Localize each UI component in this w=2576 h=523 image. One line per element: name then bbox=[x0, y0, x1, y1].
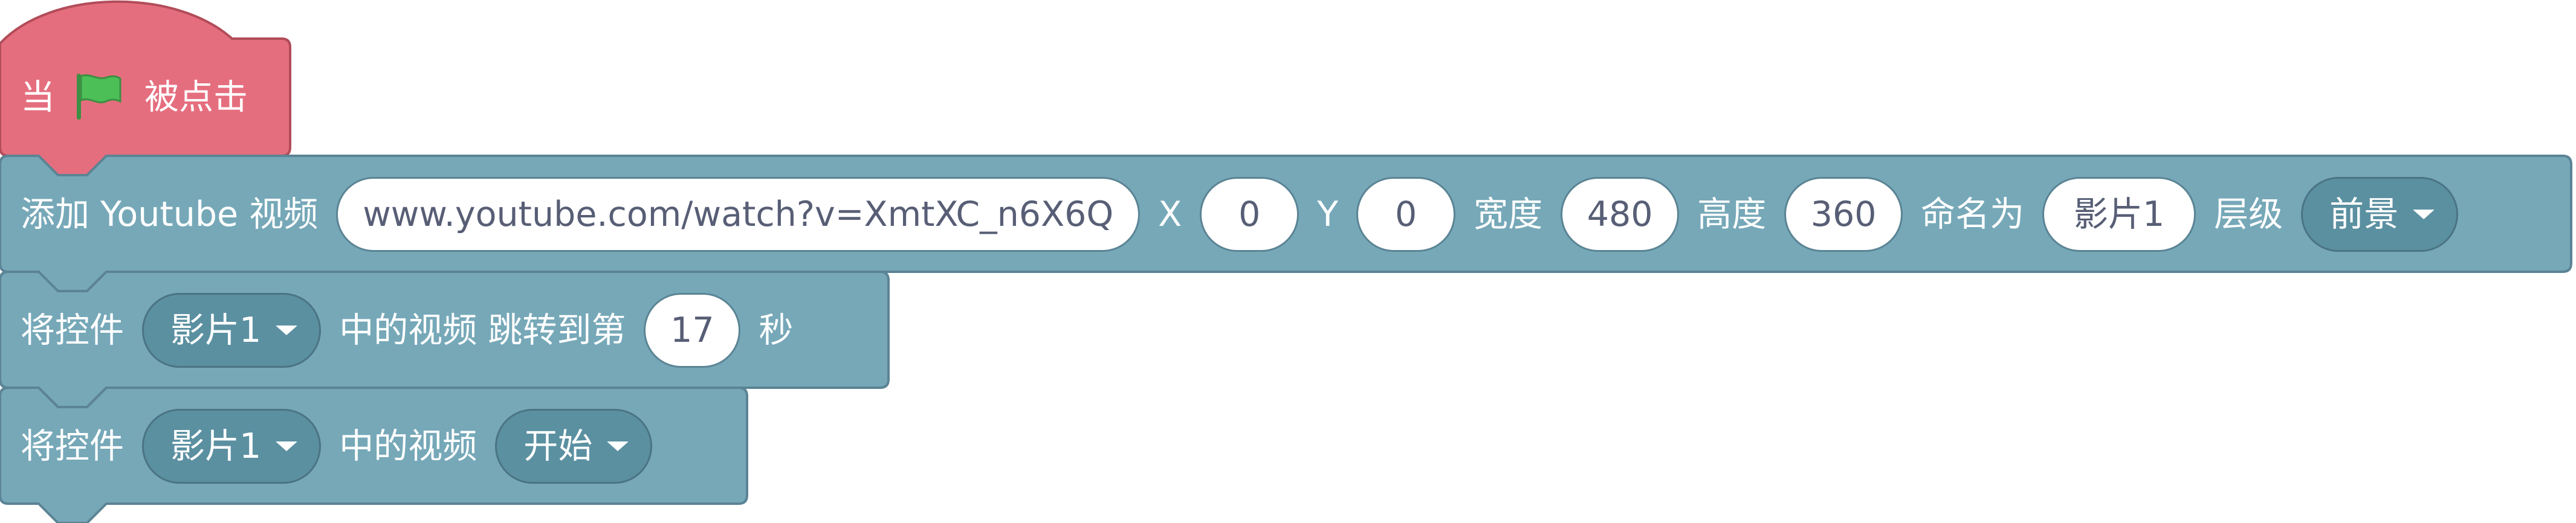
height-label: 高度 bbox=[1697, 194, 1767, 234]
code-canvas: 当 被点击 添加 Youtube 视频 www.youtube.com/watc… bbox=[0, 0, 2576, 523]
chevron-down-icon bbox=[276, 326, 298, 335]
play-video-block[interactable]: 将控件 影片1 中的视频 开始 bbox=[0, 389, 670, 504]
video-url-input[interactable]: www.youtube.com/watch?v=XmtXC_n6X6Q bbox=[336, 177, 1141, 252]
seek-suffix-label: 秒 bbox=[759, 310, 794, 350]
chevron-down-icon bbox=[276, 441, 298, 451]
play-action-dropdown[interactable]: 开始 bbox=[495, 409, 653, 484]
seek-video-block[interactable]: 将控件 影片1 中的视频 跳转到第 17 秒 bbox=[0, 273, 811, 388]
seek-control-value: 影片1 bbox=[170, 310, 262, 350]
add-video-label: 添加 Youtube 视频 bbox=[21, 194, 319, 234]
width-input[interactable]: 480 bbox=[1561, 177, 1680, 252]
seek-middle-label: 中的视频 跳转到第 bbox=[339, 310, 626, 350]
layer-dropdown-value: 前景 bbox=[2329, 194, 2399, 234]
play-prefix-label: 将控件 bbox=[21, 426, 124, 466]
name-input[interactable]: 影片1 bbox=[2042, 177, 2196, 252]
seek-control-dropdown[interactable]: 影片1 bbox=[142, 293, 322, 368]
green-flag-icon bbox=[73, 71, 123, 123]
height-input[interactable]: 360 bbox=[1784, 177, 1903, 252]
event-hat-block[interactable]: 当 被点击 bbox=[0, 40, 266, 155]
hat-prefix-label: 当 bbox=[21, 77, 55, 117]
y-input[interactable]: 0 bbox=[1356, 177, 1456, 252]
layer-label: 层级 bbox=[2214, 194, 2283, 234]
hat-suffix-label: 被点击 bbox=[144, 77, 248, 117]
x-input[interactable]: 0 bbox=[1200, 177, 1299, 252]
seek-seconds-input[interactable]: 17 bbox=[644, 293, 741, 368]
chevron-down-icon bbox=[2413, 210, 2435, 219]
layer-dropdown[interactable]: 前景 bbox=[2301, 177, 2459, 252]
play-middle-label: 中的视频 bbox=[339, 426, 477, 466]
y-label: Y bbox=[1317, 194, 1339, 234]
play-action-value: 开始 bbox=[523, 426, 593, 466]
play-control-dropdown[interactable]: 影片1 bbox=[142, 409, 322, 484]
width-label: 宽度 bbox=[1474, 194, 1543, 234]
x-label: X bbox=[1158, 194, 1182, 234]
add-video-block[interactable]: 添加 Youtube 视频 www.youtube.com/watch?v=Xm… bbox=[0, 157, 2476, 272]
chevron-down-icon bbox=[607, 441, 629, 451]
play-control-value: 影片1 bbox=[170, 426, 262, 466]
name-label: 命名为 bbox=[1921, 194, 2025, 234]
seek-prefix-label: 将控件 bbox=[21, 310, 124, 350]
